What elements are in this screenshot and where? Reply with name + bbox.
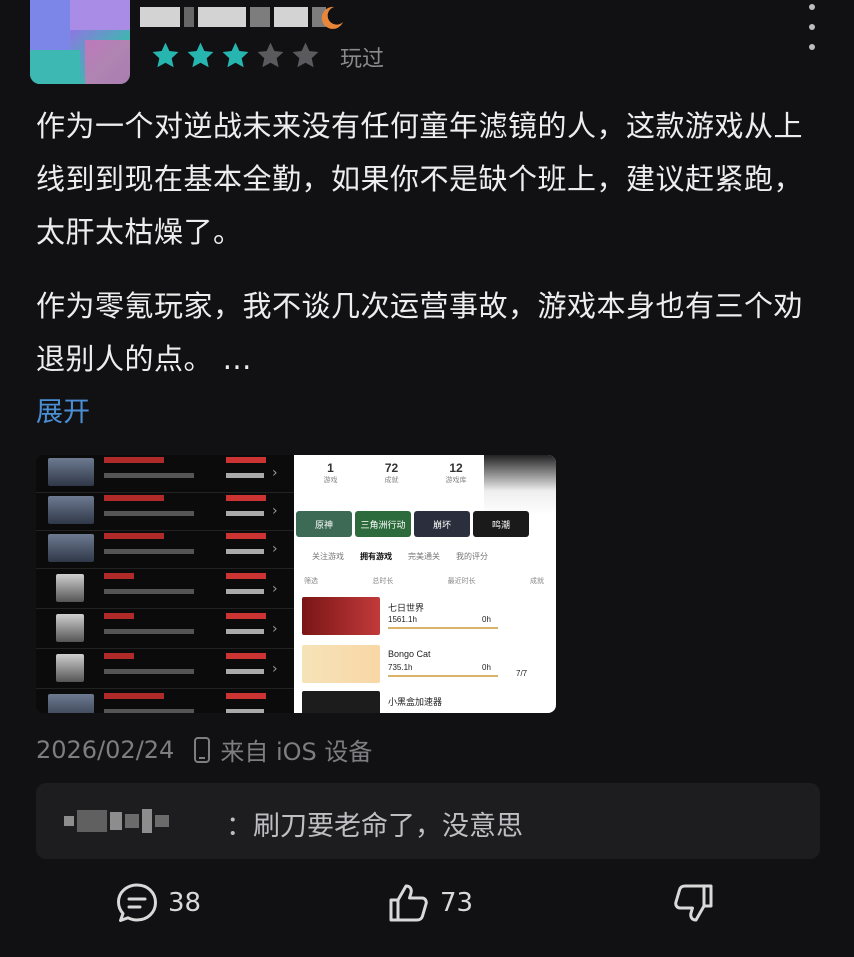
profile-stats: 1 游戏 72 成就 12 游戏库	[323, 461, 467, 484]
reply-preview[interactable]: ：刷刀要老命了，没意思	[36, 783, 820, 859]
review-paragraph: 作为一个对逆战未来没有任何童年滤镜的人，这款游戏从上线到到现在基本全勤，如果你不…	[36, 109, 804, 249]
star-empty-icon	[292, 42, 319, 68]
image-thumbnail-match-history[interactable]: › › › › › ›	[36, 455, 294, 713]
moon-badge-icon	[321, 6, 343, 29]
library-tabs: 关注游戏 拥有游戏 完美通关 我的评分	[312, 552, 488, 561]
comment-button[interactable]: 38	[114, 880, 201, 926]
username-blurred[interactable]	[140, 4, 330, 30]
character-art	[484, 455, 556, 515]
user-avatar[interactable]	[30, 0, 130, 84]
like-button[interactable]: 73	[386, 880, 473, 926]
thumbs-down-icon	[674, 884, 713, 922]
review-paragraph: 作为零氪玩家，我不谈几次运营事故，游戏本身也有三个劝退别人的点。 ...	[36, 289, 804, 376]
game-row: 七日世界 1561.1h 0h	[302, 597, 552, 637]
post-date: 2026/02/24	[36, 735, 175, 764]
more-options-icon[interactable]	[806, 4, 818, 50]
attached-images[interactable]: › › › › › › 1 游戏 72 成就 12 游戏库 原神 三角洲行动 崩坏 鸣…	[36, 455, 556, 713]
rating-stars	[150, 40, 321, 71]
library-filter: 筛选 总时长 最近时长 成就	[304, 578, 544, 585]
star-filled-icon	[187, 42, 214, 68]
review-meta: 2026/02/24 来自 iOS 设备	[36, 732, 372, 767]
game-row: Bongo Cat 735.1h 0h 7/7	[302, 645, 552, 685]
comment-icon	[117, 883, 157, 922]
like-count: 73	[440, 888, 474, 918]
star-filled-icon	[152, 42, 179, 68]
play-status: 玩过	[340, 47, 385, 72]
reply-text: ：刷刀要老命了，没意思	[226, 811, 523, 842]
comment-count: 38	[168, 888, 202, 918]
star-filled-icon	[222, 42, 249, 68]
game-tiles: 原神 三角洲行动 崩坏 鸣潮	[296, 511, 529, 537]
image-thumbnail-game-library[interactable]: 1 游戏 72 成就 12 游戏库 原神 三角洲行动 崩坏 鸣潮 关注游戏 拥有游戏 …	[294, 455, 556, 713]
dislike-button[interactable]	[670, 880, 716, 926]
star-empty-icon	[257, 42, 284, 68]
game-row: 小黑盒加速器	[302, 691, 552, 713]
reply-username-blurred[interactable]	[64, 809, 169, 833]
thumbs-up-icon	[389, 884, 428, 922]
review-header: 玩过	[0, 0, 854, 96]
action-bar: 38 73	[0, 880, 854, 940]
phone-icon	[194, 736, 211, 763]
post-source: 来自 iOS 设备	[220, 738, 373, 766]
review-body: 作为一个对逆战未来没有任何童年滤镜的人，这款游戏从上线到到现在基本全勤，如果你不…	[36, 100, 826, 386]
expand-link[interactable]: 展开	[36, 390, 90, 429]
